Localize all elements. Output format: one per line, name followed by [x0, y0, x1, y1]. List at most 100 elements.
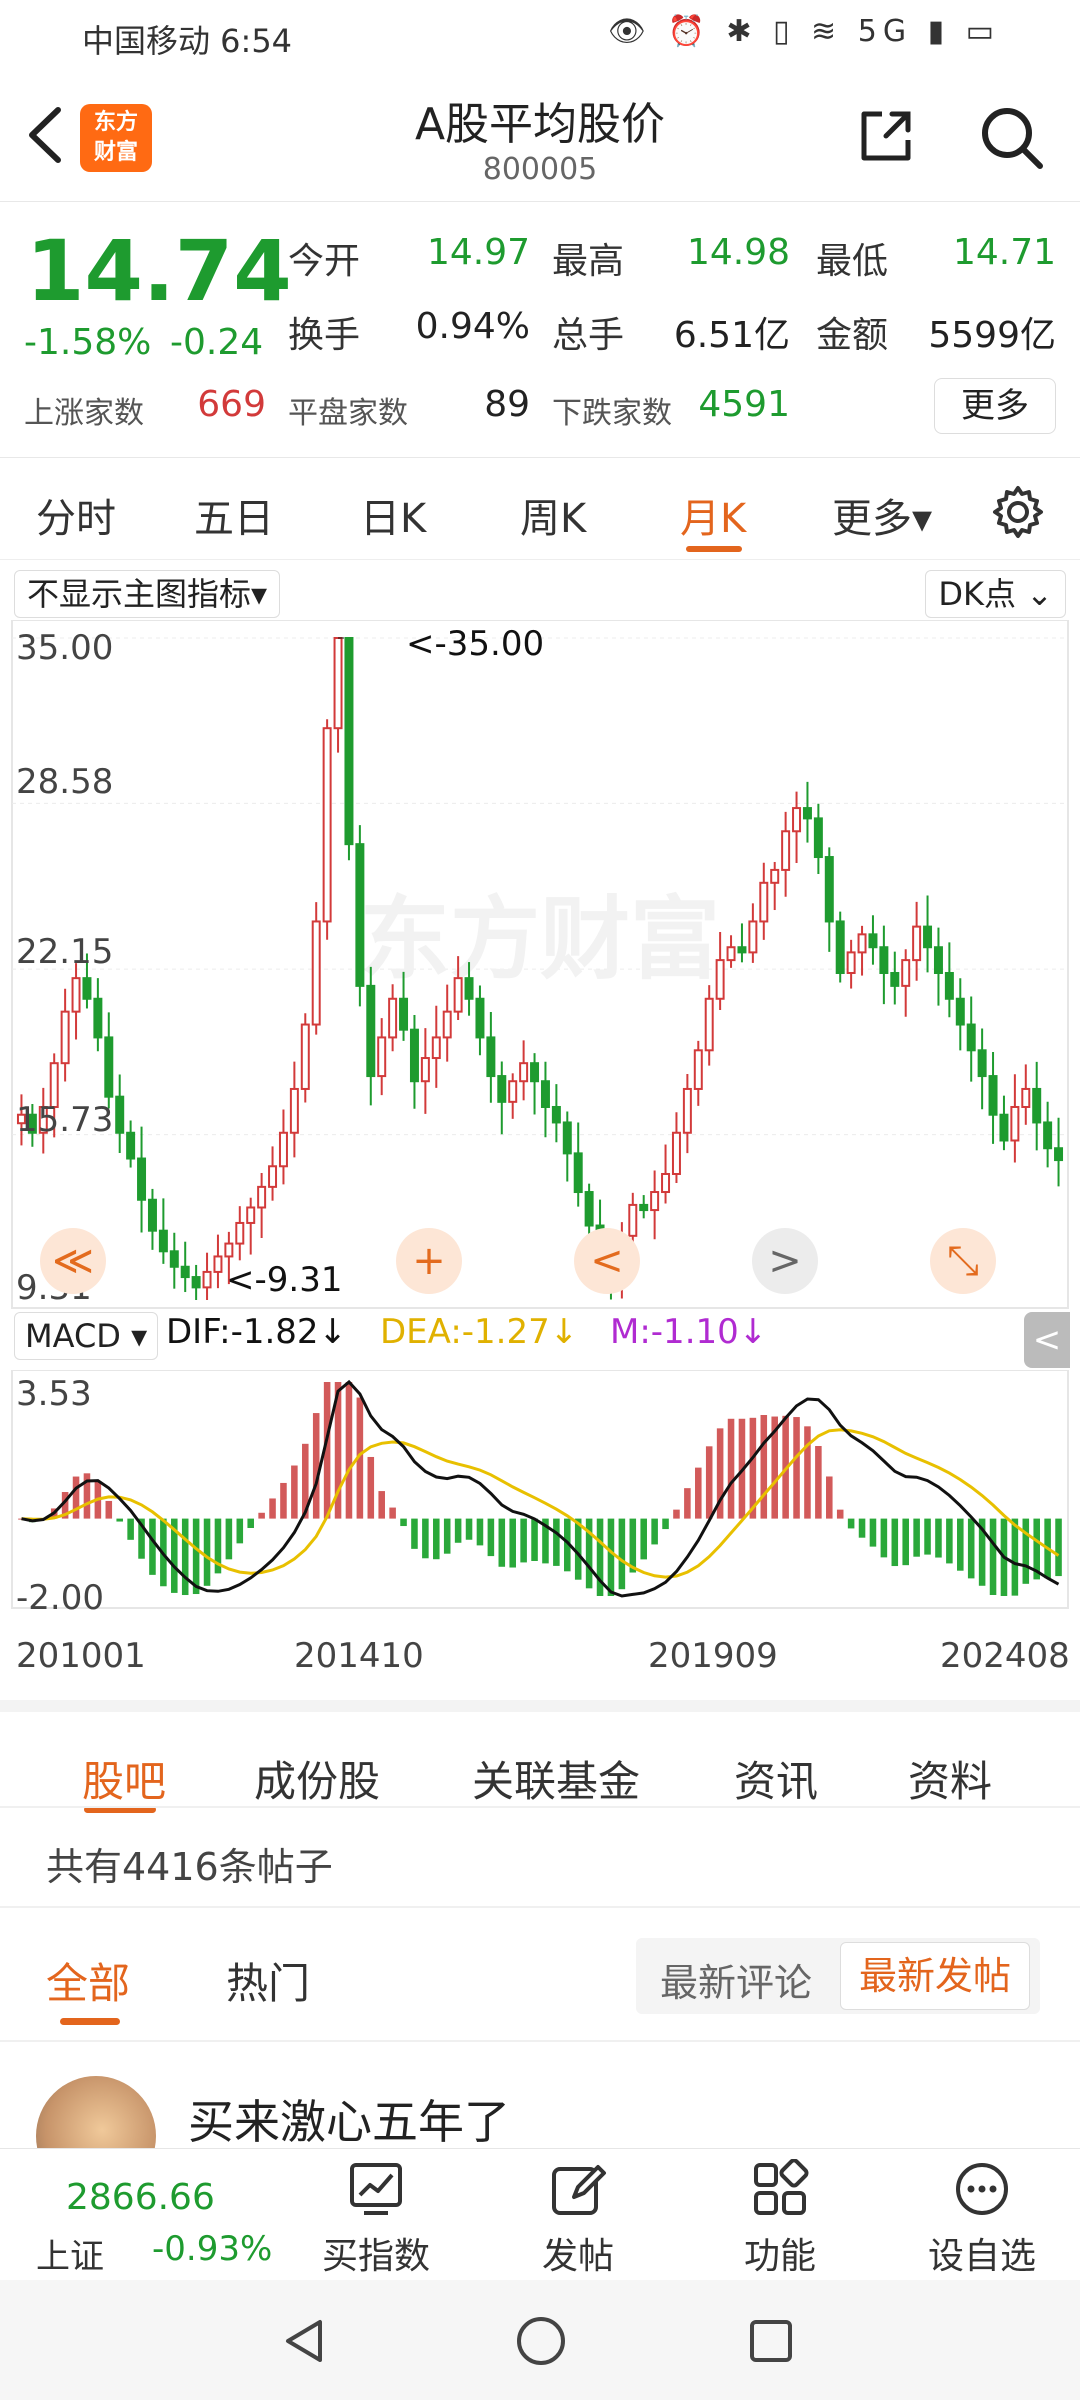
candle-body — [770, 868, 780, 884]
header: 东方 财富 A股平均股价 800005 — [0, 72, 1080, 202]
volume-label: 总手 — [552, 315, 625, 356]
candle-body — [257, 1185, 267, 1209]
tab-daily-k[interactable]: 日K — [360, 486, 426, 544]
min-price-label: <-9.31 — [226, 1260, 343, 1300]
candle-body — [300, 1023, 310, 1090]
index-name[interactable]: 上证 — [36, 2229, 104, 2278]
decliners-label: 下跌家数 — [552, 396, 672, 431]
candle-body — [180, 1265, 190, 1279]
candle-body — [289, 1087, 299, 1134]
buy-index-button[interactable]: 买指数 — [306, 2159, 446, 2279]
candle-body — [693, 1049, 703, 1090]
candle-body — [246, 1206, 256, 1224]
share-icon[interactable] — [856, 106, 916, 166]
add-watchlist-button[interactable]: 设自选 — [912, 2159, 1052, 2279]
index-change[interactable]: -0.93% — [152, 2229, 272, 2269]
candle-body — [551, 1105, 561, 1124]
gear-icon[interactable] — [990, 484, 1046, 540]
candle-body — [486, 1036, 496, 1078]
candle-body — [158, 1229, 168, 1253]
macd-select[interactable]: MACD ▾ — [14, 1312, 159, 1360]
candle-body — [726, 946, 736, 962]
sort-toggle: 最新评论 最新发帖 — [636, 1938, 1040, 2014]
macd-bar — [127, 1518, 134, 1540]
zoom-in-button[interactable]: + — [396, 1228, 462, 1294]
candle-body — [944, 971, 954, 1000]
main-indicator-select[interactable]: 不显示主图指标▾ — [14, 570, 281, 618]
candle-body — [846, 951, 856, 974]
tab-profile[interactable]: 资料 — [908, 1748, 992, 1809]
macd-bar — [487, 1518, 495, 1557]
candle-body — [802, 807, 812, 820]
macd-bar — [727, 1418, 735, 1519]
macd-bar — [967, 1518, 975, 1579]
candle-body — [93, 997, 103, 1039]
macd-bar — [116, 1518, 123, 1522]
search-icon[interactable] — [978, 104, 1044, 170]
macd-chart[interactable] — [0, 1370, 1080, 1610]
macd-bar — [836, 1509, 844, 1519]
x-tick-1: 201001 — [16, 1636, 146, 1676]
nav-back-icon[interactable] — [280, 2316, 330, 2366]
amount-label: 金额 — [816, 315, 889, 356]
candle-body — [82, 977, 92, 1000]
candle-body — [388, 997, 398, 1039]
buy-index-label: 买指数 — [321, 2236, 430, 2277]
macd-bar — [847, 1518, 855, 1529]
post-button[interactable]: 发帖 — [508, 2159, 648, 2279]
subtab-all[interactable]: 全部 — [46, 1950, 130, 2011]
post-title[interactable]: 买来激心五年了 — [188, 2086, 510, 2152]
candle-body — [901, 959, 911, 987]
scroll-left-button[interactable]: < — [574, 1228, 640, 1294]
kline-chart[interactable]: 东方财富 — [0, 620, 1080, 1310]
tab-more[interactable]: 更多▾ — [832, 486, 932, 544]
candle-body — [813, 817, 823, 859]
index-value[interactable]: 2866.66 — [66, 2177, 215, 2218]
candle-body — [497, 1075, 507, 1103]
chart-area[interactable]: 不显示主图指标▾ DK点 ⌄ 东方财富 35.00 28.58 22.15 15… — [0, 560, 1080, 1700]
macd-bar — [695, 1467, 702, 1519]
candle-body — [562, 1121, 572, 1155]
more-dots-icon — [956, 2163, 1008, 2215]
tab-news[interactable]: 资讯 — [734, 1748, 818, 1809]
unchanged-value: 89 — [484, 384, 530, 425]
subtab-hot[interactable]: 热门 — [226, 1950, 310, 2011]
post-label: 发帖 — [541, 2236, 614, 2277]
sort-latest-comment[interactable]: 最新评论 — [660, 1952, 812, 2007]
rewind-button[interactable]: ≪ — [40, 1228, 106, 1294]
functions-button[interactable]: 功能 — [710, 2158, 850, 2279]
fullscreen-button[interactable]: ⤡ — [930, 1228, 996, 1294]
macd-bar — [291, 1465, 298, 1519]
candle-body — [169, 1250, 179, 1268]
collapse-panel-button[interactable]: < — [1024, 1312, 1070, 1368]
y-tick-1: 35.00 — [16, 628, 114, 668]
status-bar: 中国移动 6:54 👁 ⏰ ✱ ▯ ≋ 5G ▮ ▭ — [0, 0, 1080, 72]
tab-guba[interactable]: 股吧 — [82, 1748, 166, 1809]
macd-bar — [465, 1518, 473, 1540]
scroll-right-button[interactable]: > — [752, 1228, 818, 1294]
nav-home-icon[interactable] — [514, 2314, 568, 2368]
more-quote-button[interactable]: 更多 — [934, 378, 1056, 434]
chart-trend-icon — [350, 2163, 402, 2215]
candle-body — [704, 997, 714, 1052]
macd-bar — [422, 1518, 429, 1559]
tab-related-funds[interactable]: 关联基金 — [472, 1748, 640, 1809]
tab-intraday[interactable]: 分时 — [36, 486, 116, 544]
nav-recents-icon[interactable] — [746, 2316, 796, 2366]
tab-weekly-k[interactable]: 周K — [520, 486, 586, 544]
candle-body — [60, 1010, 70, 1065]
high-label: 最高 — [552, 241, 625, 282]
sort-latest-post[interactable]: 最新发帖 — [840, 1942, 1031, 2010]
tab-constituents[interactable]: 成份股 — [254, 1748, 380, 1809]
candle-body — [955, 997, 965, 1026]
period-tabs: 分时 五日 日K 周K 月K 更多▾ — [0, 460, 1080, 560]
macd-bar — [236, 1518, 244, 1544]
volume-value: 6.51亿 — [673, 315, 790, 356]
macd-bar — [258, 1512, 265, 1519]
tab-five-day[interactable]: 五日 — [194, 486, 274, 544]
change-percent: -1.58% — [24, 322, 152, 363]
macd-frame — [11, 1370, 1069, 1609]
tab-monthly-k[interactable]: 月K — [680, 486, 746, 544]
m-value: M:-1.10↓ — [610, 1312, 768, 1352]
dk-point-button[interactable]: DK点 ⌄ — [925, 570, 1066, 618]
